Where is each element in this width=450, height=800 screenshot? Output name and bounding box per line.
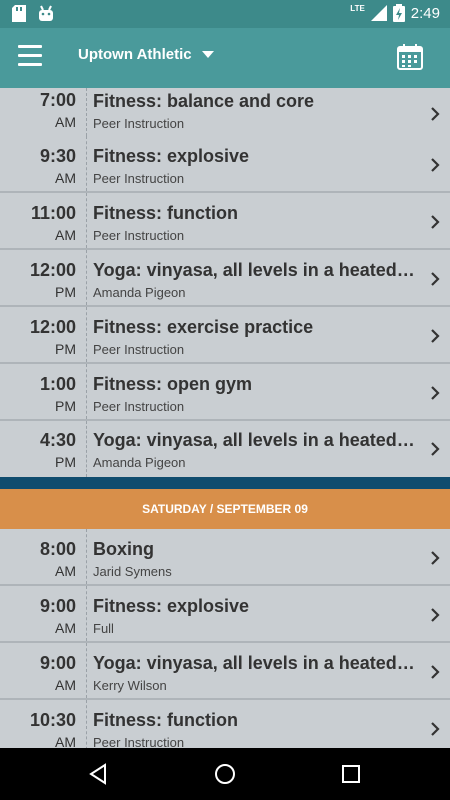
- back-icon[interactable]: [86, 761, 112, 787]
- class-time: 11:00: [30, 203, 76, 223]
- timeline-divider: [86, 250, 87, 305]
- timeline-divider: [86, 586, 87, 641]
- chevron-right-icon: [431, 665, 440, 679]
- class-title: Fitness: balance and core: [93, 91, 315, 111]
- class-instructor: Amanda Pigeon: [93, 285, 186, 300]
- timeline-divider: [86, 307, 87, 362]
- chevron-right-icon: [431, 386, 440, 400]
- class-time: 9:30: [39, 146, 76, 166]
- app-bar: Uptown Athletic: [0, 28, 450, 88]
- class-time: 12:00: [29, 317, 76, 337]
- class-instructor: Jarid Symens: [93, 564, 172, 579]
- class-ampm: PM: [55, 284, 76, 300]
- class-instructor: Peer Instruction: [93, 228, 185, 243]
- gym-name: Uptown Athletic: [78, 46, 192, 63]
- class-ampm: PM: [55, 454, 76, 470]
- class-instructor: Peer Instruction: [93, 116, 185, 131]
- navigation-bar: [0, 748, 450, 800]
- class-ampm: AM: [55, 227, 76, 243]
- class-title: Yoga: vinyasa, all levels in a heated…: [93, 653, 415, 673]
- class-time: 7:00: [39, 90, 76, 110]
- class-row[interactable]: 9:00 AM Fitness: explosive Full: [0, 586, 450, 643]
- gym-selector[interactable]: Uptown Athletic: [78, 46, 214, 63]
- class-ampm: AM: [55, 170, 76, 186]
- class-title: Boxing: [93, 539, 154, 559]
- menu-icon[interactable]: [18, 45, 42, 67]
- network-type: LTE: [350, 4, 365, 13]
- chevron-right-icon: [431, 158, 440, 172]
- class-time: 8:00: [39, 539, 76, 559]
- class-time: 4:30: [39, 430, 76, 450]
- class-instructor: Kerry Wilson: [93, 678, 167, 693]
- class-ampm: AM: [55, 114, 76, 130]
- class-row[interactable]: 11:00 AM Fitness: function Peer Instructi…: [0, 193, 450, 250]
- chevron-right-icon: [431, 722, 440, 736]
- timeline-divider: [86, 193, 87, 248]
- class-instructor: Peer Instruction: [93, 171, 185, 186]
- calendar-icon[interactable]: [396, 43, 424, 71]
- section-divider: [0, 477, 450, 489]
- class-ampm: AM: [55, 620, 76, 636]
- class-title: Yoga: vinyasa, all levels in a heated…: [93, 430, 415, 450]
- chevron-right-icon: [431, 608, 440, 622]
- class-row[interactable]: 7:00 AM Fitness: balance and core Peer In…: [0, 88, 450, 143]
- chevron-right-icon: [431, 272, 440, 286]
- class-ampm: PM: [55, 341, 76, 357]
- class-ampm: AM: [55, 734, 76, 748]
- class-ampm: PM: [55, 398, 76, 414]
- class-row[interactable]: 4:30 PM Yoga: vinyasa, all levels in a he…: [0, 421, 450, 477]
- class-instructor: Full: [93, 621, 114, 636]
- timeline-divider: [86, 88, 87, 141]
- class-title: Fitness: open gym: [93, 374, 253, 394]
- class-title: Fitness: exercise practice: [93, 317, 314, 337]
- timeline-divider: [86, 643, 87, 698]
- class-title: Fitness: function: [93, 710, 238, 730]
- class-row[interactable]: 12:00 PM Yoga: vinyasa, all levels in a h…: [0, 250, 450, 307]
- class-title: Fitness: explosive: [93, 146, 250, 166]
- timeline-divider: [86, 700, 87, 748]
- class-instructor: Amanda Pigeon: [93, 455, 186, 470]
- class-row[interactable]: 10:30 AM Fitness: function Peer Instructi…: [0, 700, 450, 748]
- timeline-divider: [86, 529, 87, 584]
- chevron-right-icon: [431, 329, 440, 343]
- class-title: Fitness: function: [93, 203, 238, 223]
- class-time: 9:00: [39, 596, 76, 616]
- class-ampm: AM: [55, 677, 76, 693]
- class-row[interactable]: 8:00 AM Boxing Jarid Symens: [0, 529, 450, 586]
- class-instructor: Peer Instruction: [93, 399, 185, 414]
- class-time: 9:00: [39, 653, 76, 673]
- chevron-right-icon: [431, 215, 440, 229]
- schedule-list[interactable]: 7:00 AM Fitness: balance and core Peer In…: [0, 88, 450, 748]
- dropdown-caret-icon: [201, 51, 214, 58]
- timeline-divider: [86, 364, 87, 419]
- day-header: SATURDAY / SEPTEMBER 09: [0, 489, 450, 529]
- sd-card-icon: [12, 5, 26, 22]
- home-icon[interactable]: [212, 761, 238, 787]
- class-time: 1:00: [39, 374, 76, 394]
- class-instructor: Peer Instruction: [93, 735, 185, 748]
- class-row[interactable]: 12:00 PM Fitness: exercise practice Peer …: [0, 307, 450, 364]
- class-ampm: AM: [55, 563, 76, 579]
- timeline-divider: [86, 421, 87, 477]
- recents-icon[interactable]: [338, 761, 364, 787]
- signal-icon: [370, 5, 387, 21]
- class-row[interactable]: 9:00 AM Yoga: vinyasa, all levels in a he…: [0, 643, 450, 700]
- timeline-divider: [86, 136, 87, 191]
- class-row[interactable]: 9:30 AM Fitness: explosive Peer Instructi…: [0, 136, 450, 193]
- android-icon: [39, 5, 53, 21]
- class-time: 10:30: [29, 710, 76, 730]
- status-bar: LTE 2:49: [0, 0, 450, 28]
- chevron-right-icon: [431, 551, 440, 565]
- class-time: 12:00: [29, 260, 76, 280]
- class-title: Yoga: vinyasa, all levels in a heated…: [93, 260, 415, 280]
- clock: 2:49: [410, 4, 440, 22]
- class-title: Fitness: explosive: [93, 596, 250, 616]
- class-row[interactable]: 1:00 PM Fitness: open gym Peer Instructio…: [0, 364, 450, 421]
- battery-icon: [392, 4, 405, 22]
- class-instructor: Peer Instruction: [93, 342, 185, 357]
- chevron-right-icon: [431, 107, 440, 121]
- chevron-right-icon: [431, 442, 440, 456]
